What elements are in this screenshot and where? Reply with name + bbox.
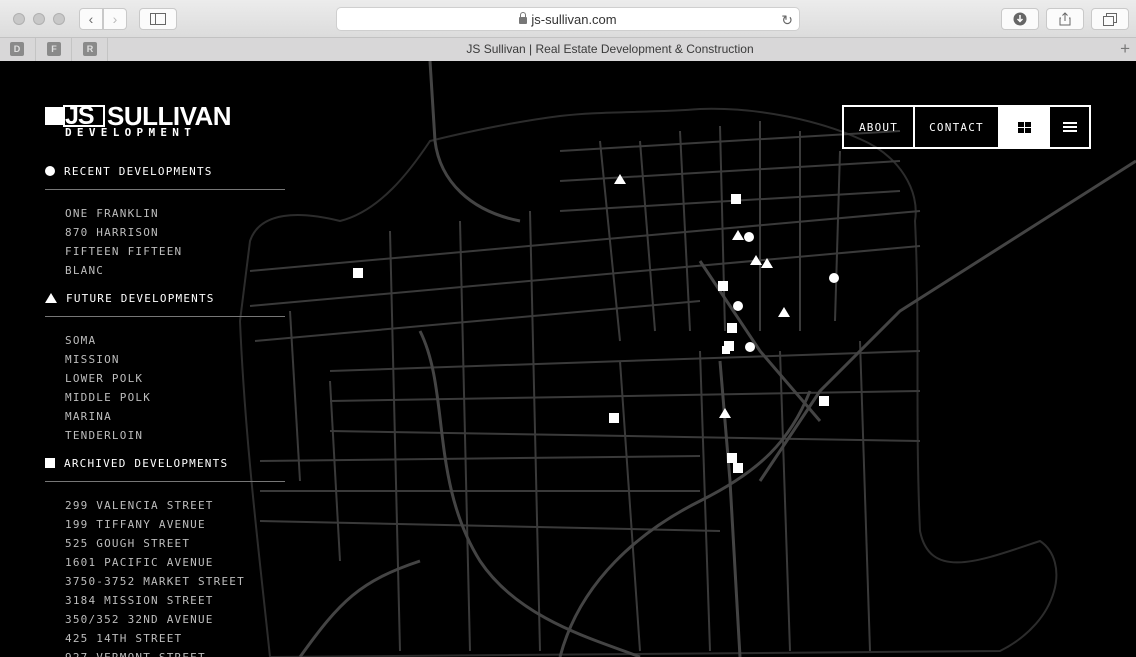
lock-icon <box>519 11 528 24</box>
logo-mark <box>45 107 63 125</box>
list-item[interactable]: MARINA <box>65 407 285 426</box>
recent-marker[interactable] <box>829 273 839 283</box>
archived-marker[interactable] <box>718 281 728 291</box>
future-developments-heading[interactable]: FUTURE DEVELOPMENTS <box>45 289 285 307</box>
page: JS SULLIVAN DEVELOPMENT RECENT DEVELOPME… <box>0 61 1136 657</box>
list-item[interactable]: 425 14TH STREET <box>65 629 285 648</box>
close-window-button[interactable] <box>13 13 25 25</box>
list-item[interactable]: TENDERLOIN <box>65 426 285 445</box>
favorite-f[interactable]: F <box>47 42 61 56</box>
archived-developments-list: 299 VALENCIA STREET 199 TIFFANY AVENUE 5… <box>65 496 285 657</box>
archived-marker[interactable] <box>727 453 737 463</box>
zoom-window-button[interactable] <box>53 13 65 25</box>
recent-marker[interactable] <box>733 301 743 311</box>
download-icon <box>1013 12 1027 26</box>
favorite-r[interactable]: R <box>83 42 97 56</box>
archived-marker[interactable] <box>353 268 363 278</box>
sidebar-toggle-button[interactable] <box>139 8 177 30</box>
tab-title[interactable]: JS Sullivan | Real Estate Development & … <box>108 42 1112 56</box>
divider <box>35 38 36 61</box>
list-item[interactable]: 3750-3752 MARKET STREET <box>65 572 285 591</box>
divider <box>45 481 285 482</box>
recent-developments-label: RECENT DEVELOPMENTS <box>64 164 213 178</box>
future-marker[interactable] <box>614 174 626 184</box>
list-item[interactable]: BLANC <box>65 261 285 280</box>
main-nav: ABOUT CONTACT <box>842 105 1091 149</box>
archived-developments-label: ARCHIVED DEVELOPMENTS <box>64 456 229 470</box>
url-text: js-sullivan.com <box>531 11 617 27</box>
list-item[interactable]: 3184 MISSION STREET <box>65 591 285 610</box>
recent-developments-list: ONE FRANKLIN 870 HARRISON FIFTEEN FIFTEE… <box>65 204 285 280</box>
list-item[interactable]: MIDDLE POLK <box>65 388 285 407</box>
list-item[interactable]: 525 GOUGH STREET <box>65 534 285 553</box>
future-marker[interactable] <box>778 307 790 317</box>
archived-developments-heading[interactable]: ARCHIVED DEVELOPMENTS <box>45 454 285 472</box>
future-developments-list: SOMA MISSION LOWER POLK MIDDLE POLK MARI… <box>65 331 285 445</box>
triangle-icon <box>45 293 57 303</box>
logo-subtitle: DEVELOPMENT <box>65 126 197 139</box>
minimize-window-button[interactable] <box>33 13 45 25</box>
divider <box>71 38 72 61</box>
favorite-d[interactable]: D <box>10 42 24 56</box>
tabs-overview-button[interactable] <box>1091 8 1129 30</box>
browser-toolbar: ‹ › js-sullivan.com ↻ <box>0 0 1136 37</box>
circle-icon <box>45 166 55 176</box>
downloads-button[interactable] <box>1001 8 1039 30</box>
archived-marker[interactable] <box>722 346 730 354</box>
archived-developments-section: ARCHIVED DEVELOPMENTS 299 VALENCIA STREE… <box>45 454 285 657</box>
reload-icon[interactable]: ↻ <box>781 12 793 29</box>
recent-developments-section: RECENT DEVELOPMENTS ONE FRANKLIN 870 HAR… <box>45 162 285 280</box>
grid-view-button[interactable] <box>1000 107 1050 147</box>
list-item[interactable]: LOWER POLK <box>65 369 285 388</box>
recent-developments-heading[interactable]: RECENT DEVELOPMENTS <box>45 162 285 180</box>
share-button[interactable] <box>1046 8 1084 30</box>
forward-button[interactable]: › <box>103 8 127 30</box>
archived-marker[interactable] <box>733 463 743 473</box>
archived-marker[interactable] <box>731 194 741 204</box>
archived-marker[interactable] <box>819 396 829 406</box>
divider <box>45 316 285 317</box>
share-icon <box>1059 12 1071 26</box>
future-marker[interactable] <box>719 408 731 418</box>
contact-link[interactable]: CONTACT <box>915 107 1000 147</box>
new-tab-button[interactable]: + <box>1120 39 1130 59</box>
archived-markers <box>353 194 829 473</box>
square-icon <box>45 458 55 468</box>
list-item[interactable]: 299 VALENCIA STREET <box>65 496 285 515</box>
list-item[interactable]: 870 HARRISON <box>65 223 285 242</box>
tabs-icon <box>1103 12 1117 26</box>
back-button[interactable]: ‹ <box>79 8 103 30</box>
list-item[interactable]: SOMA <box>65 331 285 350</box>
list-item[interactable]: 927 VERMONT STREET <box>65 648 285 657</box>
list-item[interactable]: 199 TIFFANY AVENUE <box>65 515 285 534</box>
future-developments-section: FUTURE DEVELOPMENTS SOMA MISSION LOWER P… <box>45 289 285 445</box>
chevron-right-icon: › <box>112 11 118 27</box>
divider <box>45 189 285 190</box>
list-item[interactable]: 1601 PACIFIC AVENUE <box>65 553 285 572</box>
grid-view-icon <box>1017 121 1031 133</box>
future-developments-label: FUTURE DEVELOPMENTS <box>66 291 215 305</box>
sidebar-icon <box>150 13 166 25</box>
tab-bar: D F R JS Sullivan | Real Estate Developm… <box>0 37 1136 61</box>
archived-marker[interactable] <box>727 323 737 333</box>
browser-chrome: ‹ › js-sullivan.com ↻ D F R JS Sullivan … <box>0 0 1136 61</box>
list-item[interactable]: 350/352 32ND AVENUE <box>65 610 285 629</box>
about-link[interactable]: ABOUT <box>844 107 915 147</box>
address-bar[interactable]: js-sullivan.com ↻ <box>336 7 800 31</box>
menu-button[interactable] <box>1050 107 1089 147</box>
archived-marker[interactable] <box>609 413 619 423</box>
hamburger-menu-icon <box>1062 120 1077 134</box>
list-item[interactable]: FIFTEEN FIFTEEN <box>65 242 285 261</box>
future-marker[interactable] <box>732 230 744 240</box>
recent-marker[interactable] <box>745 342 755 352</box>
recent-marker[interactable] <box>744 232 754 242</box>
list-item[interactable]: MISSION <box>65 350 285 369</box>
list-item[interactable]: ONE FRANKLIN <box>65 204 285 223</box>
chevron-left-icon: ‹ <box>88 11 94 27</box>
site-logo[interactable]: JS SULLIVAN DEVELOPMENT <box>45 101 232 139</box>
